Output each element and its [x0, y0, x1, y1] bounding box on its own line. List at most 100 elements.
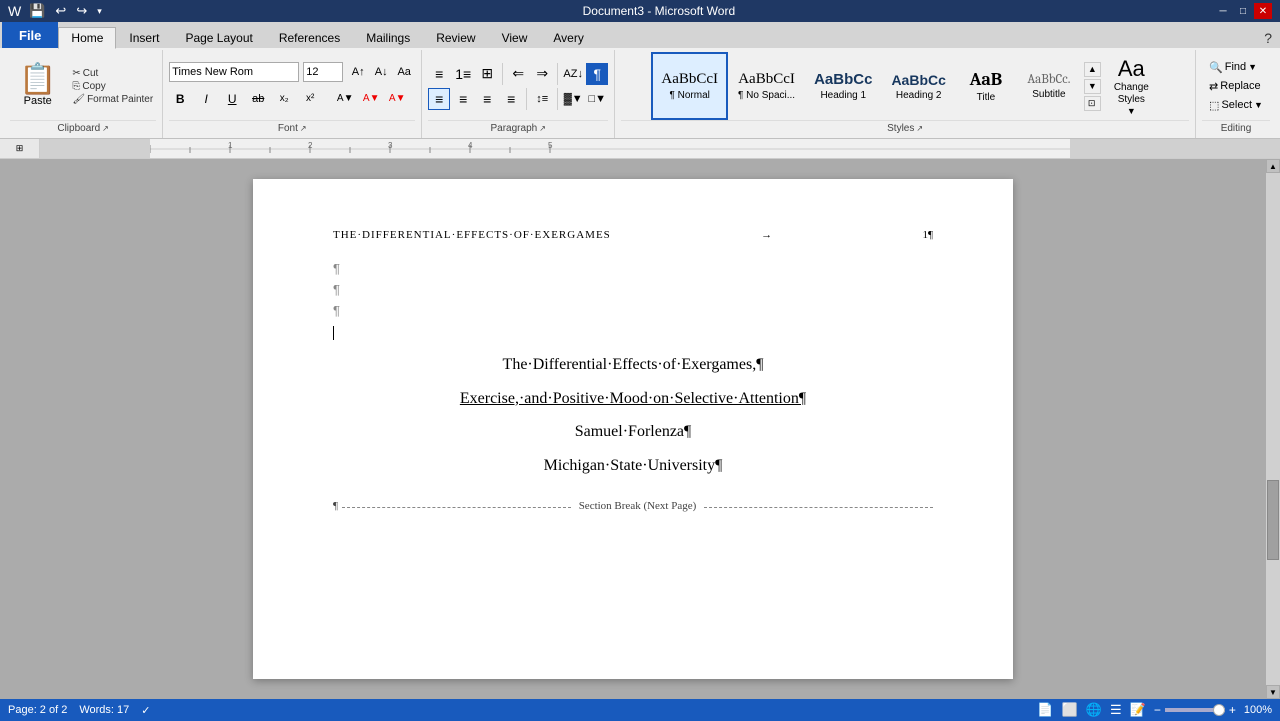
main-area: THE·DIFFERENTIAL·EFFECTS·OF·EXERGAMES → … [0, 159, 1280, 699]
vertical-scrollbar[interactable]: ▲ ▼ [1266, 159, 1280, 699]
style-heading1[interactable]: AaBbCc Heading 1 [805, 52, 881, 120]
svg-text:4: 4 [468, 141, 473, 150]
subscript-button[interactable]: x₂ [273, 88, 295, 110]
ruler-track[interactable]: 1 2 3 4 5 [40, 139, 1280, 158]
borders-button[interactable]: □▼ [586, 88, 608, 110]
help-icon[interactable]: ? [1264, 30, 1272, 46]
font-shrink-button[interactable]: A↓ [370, 61, 392, 83]
font-expand-icon[interactable]: ↗ [300, 124, 307, 133]
align-center-button[interactable]: ≡ [452, 88, 474, 110]
tab-home[interactable]: Home [58, 27, 116, 49]
view-print-layout-icon[interactable]: 📄 [1037, 702, 1053, 718]
ruler-corner[interactable]: ⊞ [0, 139, 40, 159]
style-heading1-label: Heading 1 [820, 90, 866, 101]
style-normal[interactable]: AaBbCcI ¶ Normal [651, 52, 728, 120]
format-painter-button[interactable]: 🖌 Format Painter [69, 93, 156, 106]
align-right-button[interactable]: ≡ [476, 88, 498, 110]
section-break-mark: ¶ [333, 498, 338, 516]
find-button[interactable]: 🔍 Find ▼ [1205, 59, 1261, 76]
text-effect-button[interactable]: A▼ [360, 88, 382, 110]
view-full-screen-icon[interactable]: ⬜ [1062, 702, 1078, 718]
style-title[interactable]: AaB Title [956, 52, 1016, 120]
bold-button[interactable]: B [169, 88, 191, 110]
tab-avery[interactable]: Avery [540, 26, 596, 48]
line-spacing-button[interactable]: ↕≡ [531, 88, 553, 110]
show-marks-button[interactable]: ¶ [586, 63, 608, 85]
editing-label: Editing [1221, 123, 1252, 134]
strikethrough-button[interactable]: ab [247, 88, 269, 110]
font-name-input[interactable] [169, 62, 299, 82]
change-styles-button[interactable]: Aa ChangeStyles ▼ [1104, 52, 1159, 120]
close-button[interactable]: ✕ [1254, 3, 1272, 19]
bullets-button[interactable]: ≡ [428, 63, 450, 85]
cut-button[interactable]: ✂ Cut [69, 67, 156, 80]
cursor-area[interactable] [333, 324, 933, 342]
italic-button[interactable]: I [195, 88, 217, 110]
section-break-label: Section Break (Next Page) [571, 498, 705, 516]
styles-scroll-down-button[interactable]: ▼ [1084, 79, 1101, 94]
tab-mailings[interactable]: Mailings [353, 26, 423, 48]
undo-qa-icon[interactable]: ↩ [53, 1, 68, 21]
section-break-right-line [704, 507, 933, 508]
word-icon: W [8, 3, 21, 19]
style-subtitle[interactable]: AaBbCc. Subtitle [1017, 52, 1081, 120]
tab-view[interactable]: View [489, 26, 541, 48]
ribbon: File Home Insert Page Layout References … [0, 22, 1280, 139]
zoom-controls[interactable]: − + 100% [1154, 703, 1272, 717]
redo-qa-icon[interactable]: ↪ [74, 1, 89, 21]
tab-pagelayout[interactable]: Page Layout [172, 26, 265, 48]
scroll-up-button[interactable]: ▲ [1266, 159, 1280, 173]
zoom-slider[interactable] [1165, 708, 1225, 712]
doc-author-line: Samuel·Forlenza¶ [333, 419, 933, 445]
shading-button[interactable]: ▓▼ [562, 88, 584, 110]
align-left-button[interactable]: ≡ [428, 88, 450, 110]
multilevel-list-button[interactable]: ⊞ [476, 63, 498, 85]
justify-button[interactable]: ≡ [500, 88, 522, 110]
editing-group: 🔍 Find ▼ ⇄ Replace ⬚ Select ▼ Editing [1196, 50, 1276, 138]
font-color-button[interactable]: A▼ [386, 88, 408, 110]
replace-button[interactable]: ⇄ Replace [1205, 78, 1265, 95]
scroll-track[interactable] [1266, 173, 1280, 685]
zoom-in-button[interactable]: + [1229, 703, 1236, 717]
increase-indent-button[interactable]: ⇒ [531, 63, 553, 85]
paragraph-expand-icon[interactable]: ↗ [539, 124, 546, 133]
decrease-indent-button[interactable]: ⇐ [507, 63, 529, 85]
sort-button[interactable]: AZ↓ [562, 63, 584, 85]
scroll-thumb[interactable] [1267, 480, 1279, 560]
tab-file[interactable]: File [2, 22, 58, 48]
replace-icon: ⇄ [1209, 80, 1218, 93]
font-size-input[interactable] [303, 62, 343, 82]
maximize-button[interactable]: □ [1234, 3, 1252, 19]
style-no-spacing[interactable]: AaBbCcI ¶ No Spaci... [729, 52, 804, 120]
zoom-out-button[interactable]: − [1154, 703, 1161, 717]
customize-qa-icon[interactable]: ▾ [95, 4, 104, 19]
tab-review[interactable]: Review [423, 26, 488, 48]
zoom-slider-thumb[interactable] [1213, 704, 1225, 716]
tab-references[interactable]: References [266, 26, 353, 48]
select-button[interactable]: ⬚ Select ▼ [1205, 97, 1267, 114]
text-highlight-button[interactable]: A▼ [334, 88, 356, 110]
copy-button[interactable]: ⎘ Copy [69, 80, 156, 93]
document-scroll-area[interactable]: THE·DIFFERENTIAL·EFFECTS·OF·EXERGAMES → … [0, 159, 1266, 699]
scroll-down-button[interactable]: ▼ [1266, 685, 1280, 699]
view-draft-icon[interactable]: 📝 [1130, 702, 1146, 718]
styles-scroll-more-button[interactable]: ⊡ [1084, 96, 1101, 111]
document-body[interactable]: The·Differential·Effects·of·Exergames,¶ … [333, 352, 933, 516]
font-grow-button[interactable]: A↑ [347, 61, 369, 83]
style-heading2[interactable]: AaBbCc Heading 2 [882, 52, 954, 120]
styles-expand-icon[interactable]: ↗ [916, 124, 923, 133]
clear-format-button[interactable]: Aa [393, 61, 415, 83]
superscript-button[interactable]: x² [299, 88, 321, 110]
styles-scroll-up-button[interactable]: ▲ [1084, 62, 1101, 77]
view-outline-icon[interactable]: ☰ [1110, 702, 1122, 718]
numbering-button[interactable]: 1≡ [452, 63, 474, 85]
paste-button[interactable]: 📋 Paste [10, 52, 65, 120]
underline-button[interactable]: U [221, 88, 243, 110]
minimize-button[interactable]: ─ [1214, 3, 1232, 19]
quick-access-toolbar: W 💾 ↩ ↪ ▾ [8, 1, 104, 21]
clipboard-expand-icon[interactable]: ↗ [102, 124, 109, 133]
tab-insert[interactable]: Insert [116, 26, 172, 48]
view-web-layout-icon[interactable]: 🌐 [1086, 702, 1102, 718]
save-qa-icon[interactable]: 💾 [27, 1, 47, 21]
proofing-icon[interactable]: ✓ [141, 704, 150, 717]
